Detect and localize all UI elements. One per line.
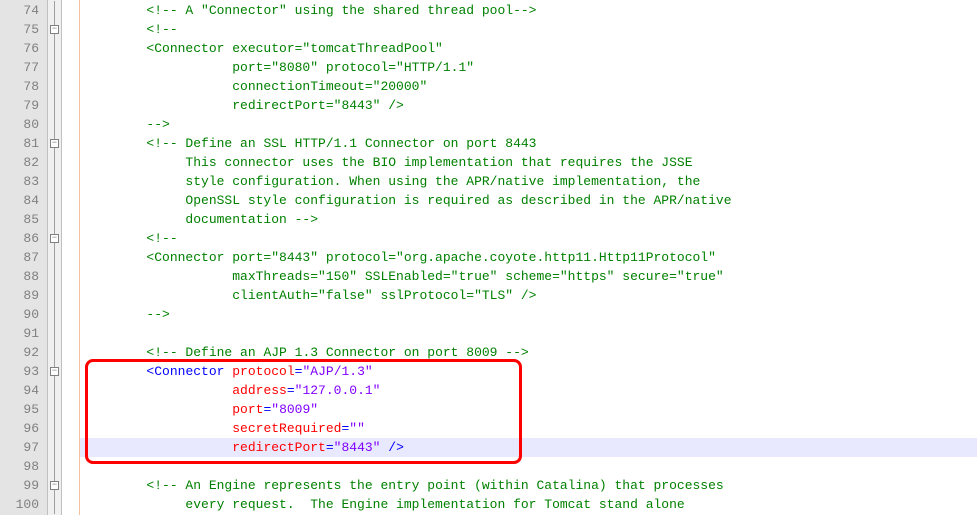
code-line[interactable]: <Connector protocol="AJP/1.3": [80, 362, 977, 381]
fold-column[interactable]: − − − − −: [48, 0, 62, 515]
code-line[interactable]: address="127.0.0.1": [80, 381, 977, 400]
code-line[interactable]: <!-- Define an SSL HTTP/1.1 Connector on…: [80, 134, 977, 153]
code-line[interactable]: connectionTimeout="20000": [80, 77, 977, 96]
code-line[interactable]: port="8009": [80, 400, 977, 419]
code-area[interactable]: <!-- A "Connector" using the shared thre…: [80, 0, 977, 515]
line-number: 90: [0, 305, 47, 324]
line-number: 100: [0, 495, 47, 514]
line-number: 84: [0, 191, 47, 210]
code-editor: 7475767778798081828384858687888990919293…: [0, 0, 977, 515]
line-number: 81: [0, 134, 47, 153]
line-number: 74: [0, 1, 47, 20]
code-line[interactable]: OpenSSL style configuration is required …: [80, 191, 977, 210]
line-number: 75: [0, 20, 47, 39]
line-number: 97: [0, 438, 47, 457]
code-line[interactable]: <!-- An Engine represents the entry poin…: [80, 476, 977, 495]
line-number: 80: [0, 115, 47, 134]
line-number: 88: [0, 267, 47, 286]
line-number: 83: [0, 172, 47, 191]
code-line[interactable]: This connector uses the BIO implementati…: [80, 153, 977, 172]
fold-toggle-icon[interactable]: −: [50, 139, 59, 148]
line-number: 99: [0, 476, 47, 495]
line-number: 96: [0, 419, 47, 438]
line-number: 76: [0, 39, 47, 58]
code-line[interactable]: style configuration. When using the APR/…: [80, 172, 977, 191]
code-line[interactable]: maxThreads="150" SSLEnabled="true" schem…: [80, 267, 977, 286]
code-line[interactable]: -->: [80, 115, 977, 134]
code-line[interactable]: <Connector executor="tomcatThreadPool": [80, 39, 977, 58]
code-line[interactable]: port="8080" protocol="HTTP/1.1": [80, 58, 977, 77]
fold-toggle-icon[interactable]: −: [50, 25, 59, 34]
line-number: 79: [0, 96, 47, 115]
code-line[interactable]: [80, 324, 977, 343]
code-line[interactable]: [80, 457, 977, 476]
code-line[interactable]: -->: [80, 305, 977, 324]
code-line[interactable]: <!-- A "Connector" using the shared thre…: [80, 1, 977, 20]
code-line[interactable]: <!--: [80, 229, 977, 248]
code-line[interactable]: clientAuth="false" sslProtocol="TLS" />: [80, 286, 977, 305]
code-line[interactable]: every request. The Engine implementation…: [80, 495, 977, 514]
bookmark-margin: [62, 0, 80, 515]
code-line[interactable]: <!-- Define an AJP 1.3 Connector on port…: [80, 343, 977, 362]
code-line[interactable]: secretRequired="": [80, 419, 977, 438]
code-line[interactable]: <!--: [80, 20, 977, 39]
fold-toggle-icon[interactable]: −: [50, 481, 59, 490]
line-number: 85: [0, 210, 47, 229]
code-line[interactable]: redirectPort="8443" />: [80, 96, 977, 115]
line-number: 87: [0, 248, 47, 267]
line-number: 94: [0, 381, 47, 400]
line-number: 92: [0, 343, 47, 362]
line-number: 91: [0, 324, 47, 343]
line-number: 89: [0, 286, 47, 305]
line-number: 77: [0, 58, 47, 77]
line-number: 82: [0, 153, 47, 172]
line-number: 98: [0, 457, 47, 476]
line-number: 95: [0, 400, 47, 419]
line-number: 86: [0, 229, 47, 248]
fold-toggle-icon[interactable]: −: [50, 367, 59, 376]
line-number: 78: [0, 77, 47, 96]
code-line[interactable]: documentation -->: [80, 210, 977, 229]
line-number: 93: [0, 362, 47, 381]
code-line[interactable]: redirectPort="8443" />: [80, 438, 977, 457]
fold-toggle-icon[interactable]: −: [50, 234, 59, 243]
code-line[interactable]: <Connector port="8443" protocol="org.apa…: [80, 248, 977, 267]
line-number-gutter: 7475767778798081828384858687888990919293…: [0, 0, 48, 515]
